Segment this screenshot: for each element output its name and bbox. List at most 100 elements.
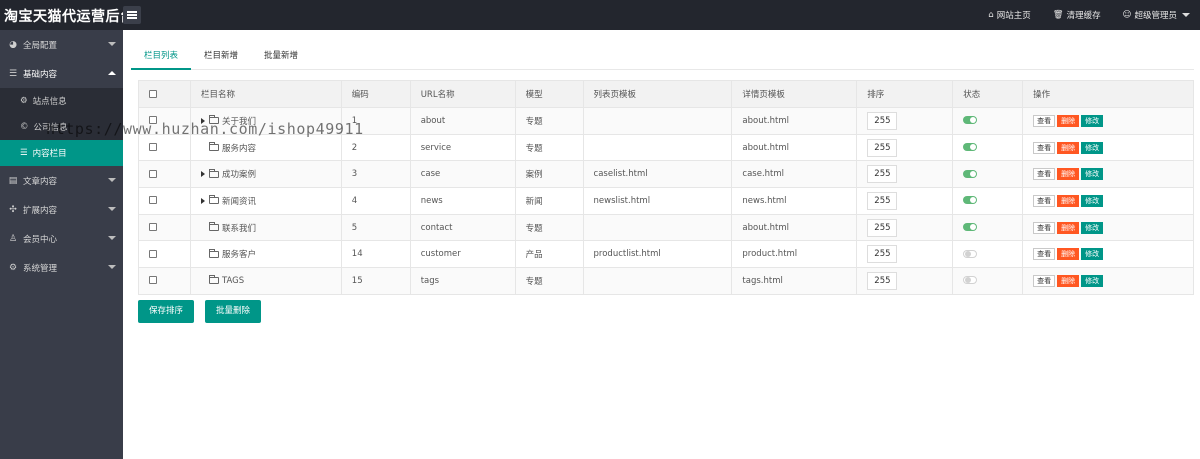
edit-button[interactable]: 修改 <box>1081 248 1104 261</box>
view-button[interactable]: 查看 <box>1033 114 1056 127</box>
chevron-up-icon <box>108 71 116 75</box>
select-all-checkbox[interactable] <box>149 89 157 98</box>
sidebar-item-extended-content[interactable]: ✣ 扩展内容 <box>0 195 123 224</box>
sidebar-subitem-content-columns[interactable]: ☰ 内容栏目 <box>0 140 123 166</box>
delete-button[interactable]: 删除 <box>1057 194 1080 207</box>
list-template-cell <box>582 133 733 162</box>
url-cell: customer <box>409 240 516 269</box>
status-toggle[interactable] <box>963 116 978 125</box>
sort-input[interactable]: 255 <box>867 165 898 184</box>
delete-button[interactable]: 删除 <box>1057 248 1080 261</box>
sort-cell: 255 <box>856 213 954 242</box>
row-checkbox[interactable] <box>149 276 157 285</box>
edit-button[interactable]: 修改 <box>1081 114 1104 127</box>
sidebar-subitem-site-info[interactable]: ⚙ 站点信息 <box>0 88 123 114</box>
status-cell <box>952 187 1024 215</box>
edit-button[interactable]: 修改 <box>1081 194 1104 207</box>
sort-input[interactable]: 255 <box>867 271 898 290</box>
edit-button[interactable]: 修改 <box>1081 274 1104 287</box>
row-checkbox[interactable] <box>149 169 157 178</box>
expand-arrow-icon[interactable] <box>200 197 205 204</box>
clear-cache-link[interactable]: 🗑 清理缓存 <box>1053 9 1101 21</box>
row-checkbox[interactable] <box>149 143 157 152</box>
delete-button[interactable]: 删除 <box>1057 168 1080 181</box>
header-sort: 排序 <box>856 80 954 108</box>
detail-template-cell: about.html <box>731 213 858 242</box>
name-cell: 联系我们 <box>189 213 342 242</box>
delete-button[interactable]: 删除 <box>1057 274 1080 287</box>
sort-input[interactable]: 255 <box>867 245 898 264</box>
save-sort-button[interactable]: 保存排序 <box>138 300 195 323</box>
detail-template-cell: about.html <box>731 107 858 135</box>
folder-open-icon <box>208 248 219 258</box>
header-model: 模型 <box>514 80 584 108</box>
status-toggle[interactable] <box>963 196 978 205</box>
status-toggle[interactable] <box>963 223 978 232</box>
view-button[interactable]: 查看 <box>1033 194 1056 207</box>
column-name: 关于我们 <box>221 116 256 127</box>
sidebar-item-article-content[interactable]: ▤ 文章内容 <box>0 166 123 195</box>
list-template-cell: productlist.html <box>582 240 733 269</box>
delete-button[interactable]: 删除 <box>1057 141 1080 154</box>
sort-input[interactable]: 255 <box>867 191 898 210</box>
row-select-cell <box>138 267 191 295</box>
status-cell <box>952 107 1024 135</box>
site-home-link[interactable]: ⌂ 网站主页 <box>988 9 1030 21</box>
sort-input[interactable]: 255 <box>867 138 898 157</box>
table-body: 关于我们 1 about 专题 about.html 255 查看 删除 修改 服务内容 2 serv… <box>138 107 1194 295</box>
code-cell: 5 <box>340 213 411 242</box>
expand-arrow-icon[interactable] <box>200 171 205 178</box>
edit-button[interactable]: 修改 <box>1081 168 1104 181</box>
column-name: TAGS <box>221 275 245 286</box>
tab-column-add[interactable]: 栏目新增 <box>191 48 251 70</box>
status-cell <box>952 133 1024 162</box>
brand-title: 淘宝天猫代运营后台 <box>4 9 135 25</box>
view-button[interactable]: 查看 <box>1033 248 1056 261</box>
sidebar-item-member-center[interactable]: ♙ 会员中心 <box>0 224 123 253</box>
admin-user-menu[interactable]: ☺ 超级管理员 <box>1123 9 1190 21</box>
sidebar-item-basic-content[interactable]: ☰ 基础内容 <box>0 59 123 88</box>
row-checkbox[interactable] <box>149 249 157 258</box>
tab-column-list[interactable]: 栏目列表 <box>131 48 192 70</box>
sidebar-subitem-company-info[interactable]: © 公司信息 <box>0 114 123 140</box>
folder-open-icon <box>208 222 219 232</box>
model-cell: 专题 <box>514 213 584 242</box>
status-toggle[interactable] <box>963 143 978 152</box>
view-button[interactable]: 查看 <box>1033 221 1056 234</box>
sidebar-item-global-config[interactable]: ◕ 全局配置 <box>0 30 123 59</box>
edit-button[interactable]: 修改 <box>1081 221 1104 234</box>
table-row: 服务内容 2 service 专题 about.html 255 查看 删除 修改 <box>138 133 1194 162</box>
tab-batch-add[interactable]: 批量新增 <box>251 48 311 70</box>
expand-arrow-icon[interactable] <box>200 117 205 124</box>
header-name: 栏目名称 <box>189 80 342 108</box>
edit-button[interactable]: 修改 <box>1081 141 1104 154</box>
delete-button[interactable]: 删除 <box>1057 221 1080 234</box>
view-button[interactable]: 查看 <box>1033 141 1056 154</box>
sidebar-item-system-management[interactable]: ⚙ 系统管理 <box>0 253 123 282</box>
delete-button[interactable]: 删除 <box>1057 114 1080 127</box>
folder-open-icon <box>208 275 219 285</box>
status-toggle[interactable] <box>963 276 978 285</box>
list-template-cell: newslist.html <box>582 187 733 215</box>
detail-template-cell: about.html <box>731 133 858 162</box>
batch-delete-button[interactable]: 批量删除 <box>205 300 262 323</box>
sort-input[interactable]: 255 <box>867 111 898 130</box>
chevron-down-icon <box>108 265 116 269</box>
status-toggle[interactable] <box>963 169 978 178</box>
column-name: 成功案例 <box>221 170 256 181</box>
table-row: 服务客户 14 customer 产品 productlist.html product.… <box>138 240 1194 269</box>
sort-cell: 255 <box>856 240 954 269</box>
row-checkbox[interactable] <box>149 223 157 232</box>
code-cell: 3 <box>340 160 411 189</box>
chevron-down-icon <box>108 236 116 240</box>
menu-toggle-icon[interactable] <box>123 6 141 24</box>
model-cell: 专题 <box>514 107 584 135</box>
sort-input[interactable]: 255 <box>867 218 898 237</box>
row-checkbox[interactable] <box>149 116 157 125</box>
row-checkbox[interactable] <box>149 196 157 205</box>
document-icon: ▤ <box>8 175 18 186</box>
view-button[interactable]: 查看 <box>1033 274 1056 287</box>
sidebar-subnav: ⚙ 站点信息 © 公司信息 ☰ 内容栏目 <box>0 88 123 166</box>
status-toggle[interactable] <box>963 249 978 258</box>
view-button[interactable]: 查看 <box>1033 168 1056 181</box>
